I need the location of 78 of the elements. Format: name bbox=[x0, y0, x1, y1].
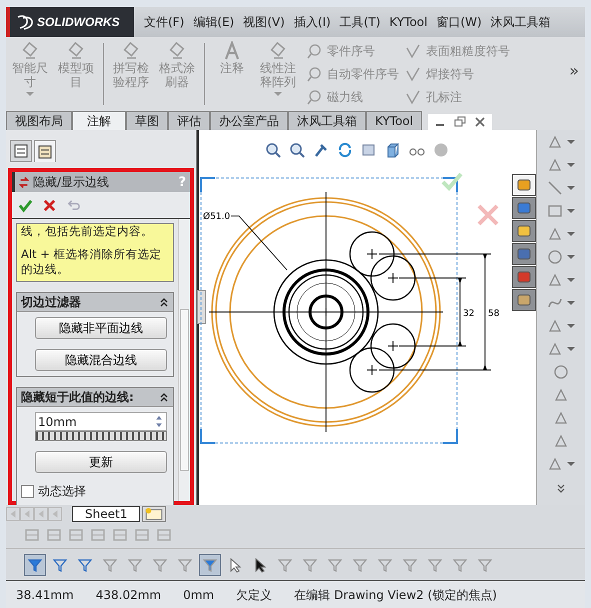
sheet-tab[interactable]: Sheet1 bbox=[72, 506, 140, 522]
menu-item[interactable]: 插入(I) bbox=[294, 14, 331, 30]
swap-arrows-icon bbox=[19, 176, 29, 188]
appearance-icon[interactable] bbox=[512, 266, 536, 288]
sheet-nav-icon[interactable] bbox=[20, 506, 34, 520]
polygon-icon[interactable] bbox=[553, 364, 569, 380]
status-text: 38.41mm bbox=[16, 588, 74, 602]
cube-icon[interactable] bbox=[385, 142, 401, 158]
restore-icon[interactable] bbox=[454, 116, 466, 128]
properties-tab[interactable] bbox=[34, 140, 56, 162]
spinner-icon[interactable] bbox=[154, 414, 164, 429]
panel-button[interactable]: 隐藏非平面边线 bbox=[35, 317, 167, 339]
status-text: 欠定义 bbox=[236, 586, 272, 604]
zoom-area-icon[interactable] bbox=[289, 142, 305, 158]
ribbon-tab[interactable]: 草图 bbox=[126, 111, 168, 130]
status-text: 在编辑 Drawing View2 (锁定的焦点) bbox=[294, 586, 497, 604]
menu-item[interactable]: 编辑(E) bbox=[193, 14, 234, 30]
panel-button[interactable]: 更新 bbox=[35, 451, 167, 473]
close-icon[interactable] bbox=[474, 116, 486, 128]
menu-item[interactable]: 窗口(W) bbox=[436, 14, 482, 30]
ribbon-tab[interactable]: 注解 bbox=[72, 111, 126, 130]
message-text: Alt + 框选将消除所有选定的边线。 bbox=[21, 247, 163, 277]
group-title: 切边过滤器 bbox=[21, 294, 81, 310]
panel-title: 隐藏/显示边线 bbox=[33, 174, 110, 190]
scrollbar[interactable] bbox=[178, 219, 190, 501]
add-sheet-icon[interactable] bbox=[142, 506, 166, 522]
more-button[interactable]: » bbox=[569, 61, 579, 80]
collapse-icon[interactable] bbox=[159, 392, 169, 402]
cancel-icon[interactable] bbox=[42, 198, 57, 212]
sheet-nav-icon[interactable] bbox=[6, 506, 20, 520]
tree-icon bbox=[13, 143, 29, 159]
dimension-text: 32 bbox=[463, 309, 474, 319]
menu-item[interactable]: 视图(V) bbox=[243, 14, 285, 30]
logo-text: SOLIDWORKS bbox=[37, 15, 120, 29]
length-field[interactable]: 10mm bbox=[35, 412, 167, 431]
house-icon[interactable] bbox=[512, 174, 536, 196]
leader-line bbox=[230, 216, 288, 270]
ribbon-tab[interactable]: 沐风工具箱 bbox=[288, 111, 366, 130]
line-icon[interactable] bbox=[547, 180, 563, 196]
menu-item[interactable]: 工具(T) bbox=[340, 14, 380, 30]
sheet-nav-icon[interactable] bbox=[34, 506, 48, 520]
ok-icon[interactable] bbox=[18, 198, 33, 212]
ribbon-tab[interactable]: 办公室产品 bbox=[210, 111, 288, 130]
thumbwheel[interactable] bbox=[35, 431, 167, 441]
message-text: 线，包括先前选定内容。 bbox=[21, 224, 154, 239]
view-palette-icon[interactable] bbox=[512, 243, 536, 265]
zoom-fit-icon[interactable] bbox=[265, 142, 281, 158]
dimension-text: 58 bbox=[488, 309, 500, 319]
group-title: 隐藏短于此值的边线: bbox=[21, 388, 134, 406]
confirm-icon[interactable] bbox=[442, 172, 463, 191]
collapse-handle[interactable] bbox=[197, 290, 206, 324]
diameter-label: Ø51.0 bbox=[203, 212, 230, 222]
ribbon-tab[interactable]: 评估 bbox=[168, 111, 210, 130]
filter-icon[interactable] bbox=[199, 554, 221, 576]
status-text: 0mm bbox=[183, 588, 214, 602]
expand-icon[interactable] bbox=[556, 483, 566, 493]
sphere-icon[interactable] bbox=[433, 142, 449, 158]
status-text: 438.02mm bbox=[96, 588, 162, 602]
undo-icon[interactable] bbox=[66, 198, 81, 212]
checkbox-label: 动态选择 bbox=[38, 483, 86, 500]
rotate-icon[interactable] bbox=[337, 142, 353, 158]
collapse-icon[interactable] bbox=[159, 297, 169, 307]
filter-icon[interactable] bbox=[24, 554, 46, 576]
menu-item[interactable]: KYTool bbox=[389, 15, 428, 29]
tree-tab[interactable] bbox=[10, 140, 32, 162]
menu-item[interactable]: 沐风工具箱 bbox=[490, 14, 551, 30]
ribbon-tab[interactable]: 视图布局 bbox=[6, 111, 72, 130]
folder-icon[interactable] bbox=[512, 220, 536, 242]
panel-button[interactable]: 隐藏混合边线 bbox=[35, 349, 167, 371]
checkbox[interactable] bbox=[21, 485, 34, 498]
properties-icon[interactable] bbox=[512, 289, 536, 311]
ribbon-tab[interactable]: KYTool bbox=[366, 111, 422, 130]
note-icon bbox=[222, 41, 242, 61]
sheet-nav-icon[interactable] bbox=[48, 506, 62, 520]
circle-icon[interactable] bbox=[547, 249, 563, 265]
menu-item[interactable]: 文件(F) bbox=[144, 14, 184, 30]
sheet-icon bbox=[37, 144, 53, 160]
ds-mark-icon bbox=[16, 14, 34, 30]
